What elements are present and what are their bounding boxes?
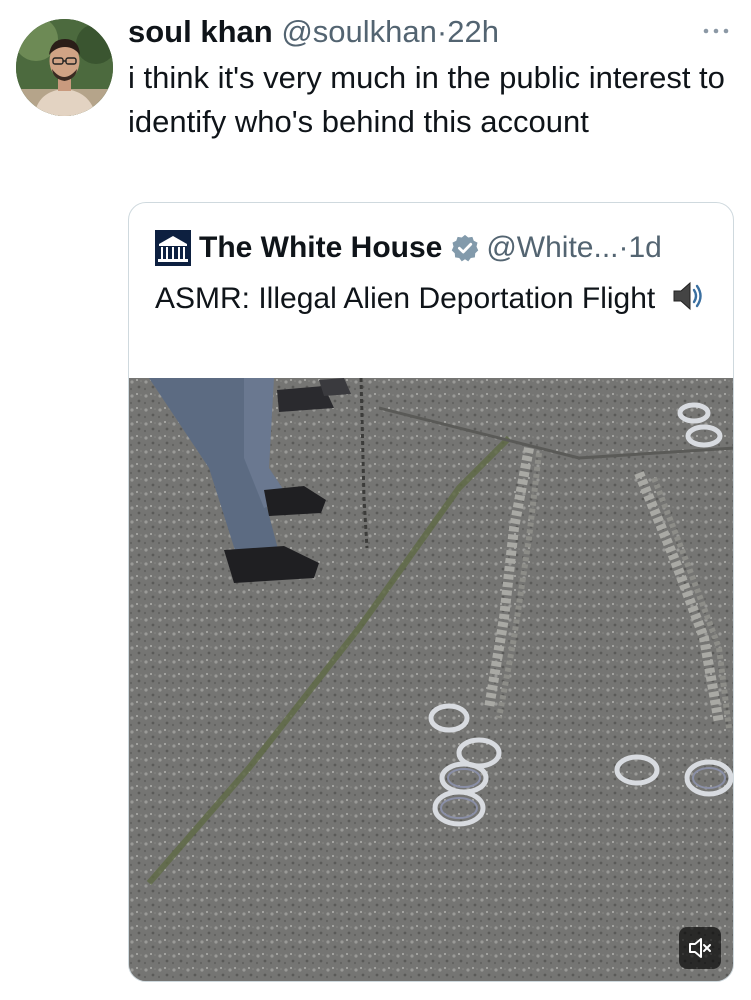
post-timestamp[interactable]: 22h <box>447 14 499 49</box>
more-options-button[interactable] <box>699 14 733 48</box>
quoted-post-text: ASMR: Illegal Alien Deportation Flight <box>155 277 715 321</box>
author-handle[interactable]: @soulkhan <box>281 14 437 49</box>
more-horizontal-icon <box>703 28 729 34</box>
author-name[interactable]: soul khan <box>128 14 273 49</box>
quoted-author-name[interactable]: The White House <box>199 231 442 265</box>
verified-badge-icon <box>452 234 479 262</box>
video-player[interactable] <box>129 378 733 981</box>
volume-muted-icon <box>689 938 711 958</box>
quoted-author-handle[interactable]: @White... <box>486 231 618 265</box>
unmute-button[interactable] <box>679 927 721 969</box>
quoted-post-header: The White House @White... · 1d <box>155 227 662 269</box>
author-avatar[interactable] <box>16 19 113 116</box>
separator-dot: · <box>618 231 629 264</box>
video-thumbnail <box>129 378 733 981</box>
post-header: soul khan @soulkhan·22h <box>128 12 499 52</box>
quoted-post-timestamp[interactable]: 1d <box>629 231 662 265</box>
speaker-loud-icon <box>673 281 702 311</box>
quoted-post[interactable]: The White House @White... · 1d ASMR: Illeg… <box>128 202 734 982</box>
white-house-logo-icon[interactable] <box>155 230 191 266</box>
post-text: i think it's very much in the public int… <box>128 60 725 139</box>
quoted-post-text-content: ASMR: Illegal Alien Deportation Flight <box>155 282 656 315</box>
separator-dot: · <box>436 14 448 49</box>
